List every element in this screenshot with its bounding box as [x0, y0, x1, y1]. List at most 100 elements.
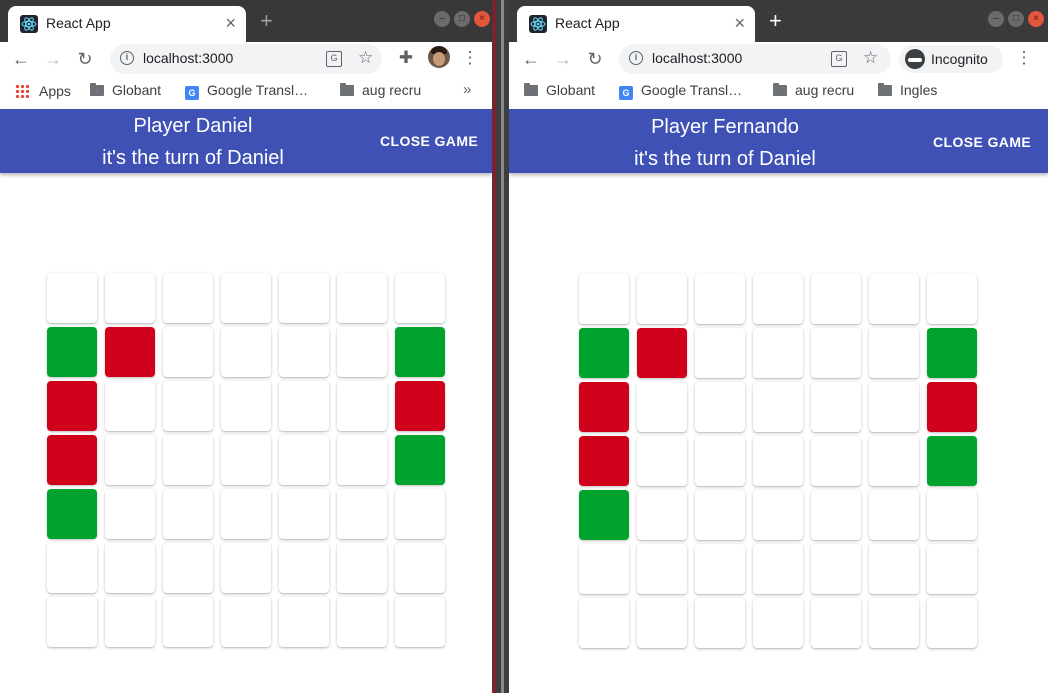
- board-cell-r4-c6[interactable]: [395, 489, 445, 539]
- reload-icon[interactable]: ↻: [72, 46, 98, 72]
- browser-tab[interactable]: React App ×: [8, 6, 246, 42]
- window-close-icon[interactable]: ×: [474, 11, 490, 27]
- board-cell-r5-c0[interactable]: [47, 543, 97, 593]
- new-tab-icon[interactable]: +: [260, 8, 273, 34]
- board-cell-r2-c2[interactable]: [695, 382, 745, 432]
- board-cell-r0-c0[interactable]: [47, 273, 97, 323]
- board-cell-r0-c1[interactable]: [637, 274, 687, 324]
- board-cell-r6-c1[interactable]: [105, 597, 155, 647]
- close-game-button[interactable]: CLOSE GAME: [933, 134, 1031, 150]
- board-cell-r5-c5[interactable]: [337, 543, 387, 593]
- reload-icon[interactable]: ↻: [582, 46, 608, 72]
- board-cell-r3-c0[interactable]: [47, 435, 97, 485]
- board-cell-r2-c0[interactable]: [579, 382, 629, 432]
- board-cell-r4-c1[interactable]: [637, 490, 687, 540]
- board-cell-r0-c5[interactable]: [869, 274, 919, 324]
- board-cell-r0-c0[interactable]: [579, 274, 629, 324]
- back-icon[interactable]: ←: [518, 46, 544, 72]
- board-cell-r1-c4[interactable]: [811, 328, 861, 378]
- board-cell-r3-c0[interactable]: [579, 436, 629, 486]
- bookmark-google-translate[interactable]: G Google Transl…: [619, 82, 742, 100]
- board-cell-r2-c5[interactable]: [337, 381, 387, 431]
- board-cell-r6-c5[interactable]: [337, 597, 387, 647]
- board-cell-r1-c1[interactable]: [637, 328, 687, 378]
- board-cell-r4-c4[interactable]: [279, 489, 329, 539]
- board-cell-r5-c6[interactable]: [927, 544, 977, 594]
- board-cell-r0-c3[interactable]: [753, 274, 803, 324]
- bookmark-aug-recru[interactable]: aug recru: [340, 82, 421, 98]
- board-cell-r4-c0[interactable]: [579, 490, 629, 540]
- minimize-icon[interactable]: –: [988, 11, 1004, 27]
- board-cell-r4-c2[interactable]: [695, 490, 745, 540]
- board-cell-r2-c3[interactable]: [753, 382, 803, 432]
- board-cell-r5-c3[interactable]: [753, 544, 803, 594]
- board-cell-r1-c5[interactable]: [337, 327, 387, 377]
- board-cell-r5-c0[interactable]: [579, 544, 629, 594]
- board-cell-r5-c3[interactable]: [221, 543, 271, 593]
- board-cell-r2-c4[interactable]: [279, 381, 329, 431]
- board-cell-r5-c1[interactable]: [637, 544, 687, 594]
- site-info-icon[interactable]: i: [120, 51, 134, 65]
- bookmark-aug-recru[interactable]: aug recru: [773, 82, 854, 98]
- menu-kebab-icon[interactable]: ⋮: [1013, 48, 1035, 68]
- board-cell-r5-c1[interactable]: [105, 543, 155, 593]
- board-cell-r3-c2[interactable]: [695, 436, 745, 486]
- forward-icon[interactable]: →: [550, 46, 576, 72]
- site-info-icon[interactable]: i: [629, 51, 643, 65]
- board-cell-r1-c5[interactable]: [869, 328, 919, 378]
- board-cell-r1-c2[interactable]: [163, 327, 213, 377]
- minimize-icon[interactable]: –: [434, 11, 450, 27]
- board-cell-r5-c5[interactable]: [869, 544, 919, 594]
- board-cell-r6-c6[interactable]: [395, 597, 445, 647]
- board-cell-r2-c2[interactable]: [163, 381, 213, 431]
- board-cell-r0-c6[interactable]: [395, 273, 445, 323]
- bookmarks-overflow-icon[interactable]: »: [463, 81, 471, 98]
- address-bar[interactable]: i localhost:3000 G ☆: [619, 44, 891, 74]
- board-cell-r2-c1[interactable]: [105, 381, 155, 431]
- new-tab-icon[interactable]: +: [769, 8, 782, 34]
- window-close-icon[interactable]: ×: [1028, 11, 1044, 27]
- forward-icon[interactable]: →: [40, 46, 66, 72]
- board-cell-r1-c3[interactable]: [221, 327, 271, 377]
- bookmark-apps[interactable]: Apps: [15, 82, 71, 99]
- board-cell-r4-c4[interactable]: [811, 490, 861, 540]
- board-cell-r0-c4[interactable]: [811, 274, 861, 324]
- board-cell-r2-c6[interactable]: [927, 382, 977, 432]
- board-cell-r5-c6[interactable]: [395, 543, 445, 593]
- board-cell-r6-c4[interactable]: [811, 598, 861, 648]
- tab-close-icon[interactable]: ×: [225, 13, 236, 33]
- board-cell-r3-c1[interactable]: [637, 436, 687, 486]
- bookmark-star-icon[interactable]: ☆: [358, 48, 373, 68]
- board-cell-r1-c0[interactable]: [579, 328, 629, 378]
- bookmark-ingles[interactable]: Ingles: [878, 82, 937, 98]
- board-cell-r5-c4[interactable]: [279, 543, 329, 593]
- board-cell-r6-c4[interactable]: [279, 597, 329, 647]
- board-cell-r2-c0[interactable]: [47, 381, 97, 431]
- board-cell-r2-c3[interactable]: [221, 381, 271, 431]
- close-game-button[interactable]: CLOSE GAME: [380, 133, 478, 149]
- board-cell-r0-c2[interactable]: [695, 274, 745, 324]
- board-cell-r1-c3[interactable]: [753, 328, 803, 378]
- board-cell-r3-c3[interactable]: [221, 435, 271, 485]
- board-cell-r4-c6[interactable]: [927, 490, 977, 540]
- board-cell-r0-c1[interactable]: [105, 273, 155, 323]
- board-cell-r1-c4[interactable]: [279, 327, 329, 377]
- board-cell-r6-c3[interactable]: [221, 597, 271, 647]
- board-cell-r5-c2[interactable]: [695, 544, 745, 594]
- board-cell-r4-c3[interactable]: [221, 489, 271, 539]
- bookmark-star-icon[interactable]: ☆: [863, 48, 878, 68]
- board-cell-r0-c2[interactable]: [163, 273, 213, 323]
- extensions-icon[interactable]: ✚: [395, 48, 417, 68]
- board-cell-r2-c1[interactable]: [637, 382, 687, 432]
- board-cell-r3-c1[interactable]: [105, 435, 155, 485]
- board-cell-r1-c6[interactable]: [395, 327, 445, 377]
- browser-tab[interactable]: React App ×: [517, 6, 755, 42]
- bookmark-globant[interactable]: Globant: [524, 82, 595, 98]
- tab-close-icon[interactable]: ×: [734, 13, 745, 33]
- board-cell-r3-c5[interactable]: [869, 436, 919, 486]
- translate-icon[interactable]: G: [326, 51, 342, 67]
- board-cell-r2-c5[interactable]: [869, 382, 919, 432]
- board-cell-r4-c0[interactable]: [47, 489, 97, 539]
- board-cell-r1-c0[interactable]: [47, 327, 97, 377]
- board-cell-r0-c6[interactable]: [927, 274, 977, 324]
